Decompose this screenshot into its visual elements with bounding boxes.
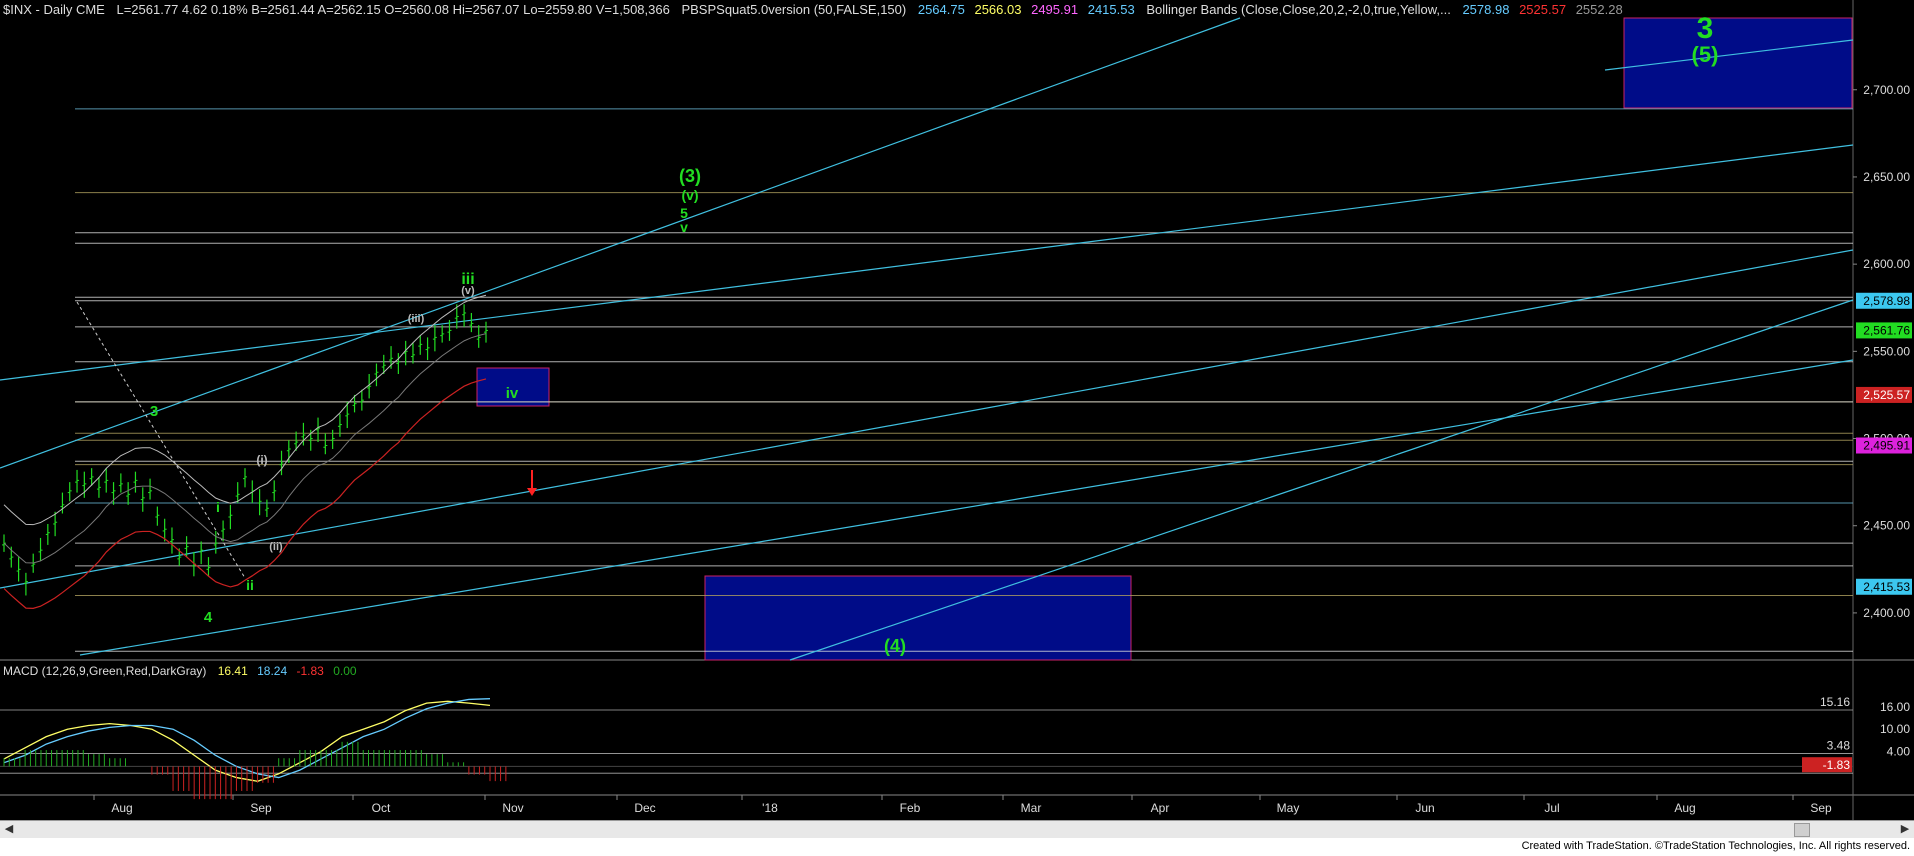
price-badge-label: 2,495.91 xyxy=(1863,439,1910,453)
time-tick-label: Nov xyxy=(502,801,523,815)
wave-label: (3) xyxy=(679,166,701,186)
quote-label: L=2561.77 4.62 0.18% B=2561.44 A=2562.15… xyxy=(116,2,669,17)
time-tick-label: Sep xyxy=(250,801,272,815)
wave-label: iv xyxy=(506,385,519,402)
symbol-label: $INX - Daily CME xyxy=(3,2,105,17)
ind-value-3: 2495.91 xyxy=(1031,2,1078,17)
price-tick-label: 2,600.00 xyxy=(1863,257,1910,271)
ind-value-1: 2564.75 xyxy=(918,2,965,17)
macd-value-2: 18.24 xyxy=(257,664,287,678)
wave-label: 4 xyxy=(204,609,213,626)
wave-label: ii xyxy=(246,577,254,593)
wave-label: (iii) xyxy=(408,313,425,325)
scroll-left-arrow-icon[interactable]: ◀ xyxy=(2,823,16,836)
time-tick-label: Sep xyxy=(1810,801,1832,815)
bb-value-3: 2552.28 xyxy=(1576,2,1623,17)
price-tick-label: 2,700.00 xyxy=(1863,83,1910,97)
wave-label: v xyxy=(680,219,688,235)
macd-value-3: -1.83 xyxy=(297,664,325,678)
time-tick-label: Jul xyxy=(1544,801,1559,815)
copyright-text: Created with TradeStation. ©TradeStation… xyxy=(1521,840,1910,852)
wave-label: (5) xyxy=(1692,42,1719,67)
ind-value-4: 2415.53 xyxy=(1088,2,1135,17)
macd-tick-label: 10.00 xyxy=(1880,722,1910,736)
time-tick-label: Apr xyxy=(1151,801,1170,815)
bollinger-label: Bollinger Bands (Close,Close,20,2,-2,0,t… xyxy=(1146,2,1450,17)
wave-label: (ii) xyxy=(269,541,283,553)
time-tick-label: Jun xyxy=(1415,801,1434,815)
scroll-thumb[interactable] xyxy=(1794,823,1810,837)
time-tick-label: May xyxy=(1277,801,1300,815)
horizontal-scrollbar[interactable]: ◀ ▶ xyxy=(0,820,1914,838)
macd-badge-label: 3.48 xyxy=(1827,738,1851,752)
time-tick-label: Aug xyxy=(1674,801,1695,815)
macd-tick-label: 16.00 xyxy=(1880,700,1910,714)
time-tick-label: Mar xyxy=(1021,801,1042,815)
wave-label: 3 xyxy=(1697,12,1714,45)
macd-value-1: 16.41 xyxy=(218,664,248,678)
macd-tick-label: 4.00 xyxy=(1887,745,1911,759)
price-badge-label: 2,415.53 xyxy=(1863,580,1910,594)
price-tick-label: 2,400.00 xyxy=(1863,606,1910,620)
header-line: $INX - Daily CME L=2561.77 4.62 0.18% B=… xyxy=(3,2,1623,17)
time-tick-label: Dec xyxy=(634,801,655,815)
wave-label: (v) xyxy=(681,187,698,203)
wave-label: 3 xyxy=(150,403,158,420)
wave-label: (i) xyxy=(256,453,267,467)
macd-header: MACD (12,26,9,Green,Red,DarkGray) 16.41 … xyxy=(3,664,357,678)
time-tick-label: Oct xyxy=(372,801,391,815)
price-tick-label: 2,650.00 xyxy=(1863,170,1910,184)
ind-value-2: 2566.03 xyxy=(974,2,1021,17)
price-tick-label: 2,450.00 xyxy=(1863,519,1910,533)
macd-badge-label: -1.83 xyxy=(1823,758,1851,772)
wave-label: (4) xyxy=(884,636,906,656)
time-tick-label: Feb xyxy=(900,801,921,815)
price-badge-label: 2,578.98 xyxy=(1863,294,1910,308)
price-badge-label: 2,561.76 xyxy=(1863,323,1910,337)
price-badge-label: 2,525.57 xyxy=(1863,388,1910,402)
macd-badge-label: 15.16 xyxy=(1820,695,1850,709)
bb-value-1: 2578.98 xyxy=(1462,2,1509,17)
macd-value-4: 0.00 xyxy=(333,664,357,678)
macd-title: MACD (12,26,9,Green,Red,DarkGray) xyxy=(3,664,206,678)
time-tick-label: Aug xyxy=(111,801,132,815)
price-tick-label: 2,550.00 xyxy=(1863,344,1910,358)
price-chart[interactable]: 3(5)(3)(v)5viii(v)(iii)iv3(i)i(ii)ii4(4)… xyxy=(0,0,1914,820)
wave-label: (v) xyxy=(461,285,475,297)
bb-value-2: 2525.57 xyxy=(1519,2,1566,17)
wave-label: i xyxy=(216,499,220,515)
indicator-label: PBSPSquat5.0version (50,FALSE,150) xyxy=(681,2,906,17)
target-box-wave-4 xyxy=(704,575,1132,661)
chart-window: 3 (5) (3) (v) 5 v iii (v) (iii) iv 3 (i) i (ii) ii 4 (4)… xyxy=(0,0,1914,856)
scroll-right-arrow-icon[interactable]: ▶ xyxy=(1898,823,1912,836)
footer-bar: Created with TradeStation. ©TradeStation… xyxy=(0,838,1914,856)
time-tick-label: '18 xyxy=(762,801,778,815)
